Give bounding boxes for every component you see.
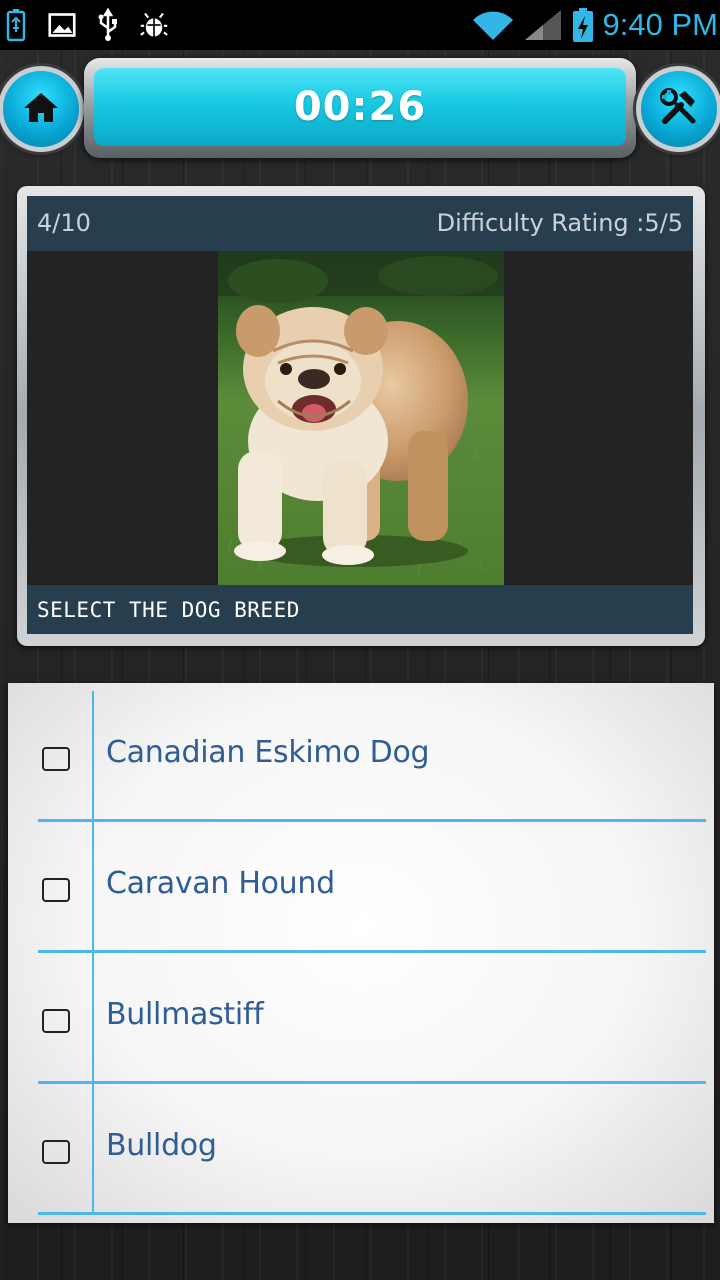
answer-checkbox[interactable] xyxy=(42,747,70,771)
status-bar: 9:40 PM xyxy=(0,0,720,50)
dog-photo xyxy=(218,251,504,585)
question-card: 4/10 Difficulty Rating :5/5 SELECT THE D… xyxy=(17,186,705,646)
settings-button[interactable] xyxy=(636,66,720,152)
answer-label: Canadian Eskimo Dog xyxy=(106,735,430,770)
answer-option[interactable]: Canadian Eskimo Dog xyxy=(8,691,714,822)
answer-option[interactable]: Caravan Hound xyxy=(8,822,714,953)
answer-option[interactable]: Bullmastiff xyxy=(8,953,714,1084)
debug-icon xyxy=(140,8,168,42)
answers-panel: Canadian Eskimo Dog Caravan Hound Bullma… xyxy=(8,683,714,1223)
usb-battery-icon xyxy=(2,8,30,42)
tools-icon xyxy=(659,87,699,131)
question-progress: 4/10 xyxy=(37,209,91,237)
battery-charging-icon xyxy=(571,8,595,42)
timer-panel: 00:26 xyxy=(84,58,636,158)
answer-label: Bulldog xyxy=(106,1128,217,1163)
answer-checkbox[interactable] xyxy=(42,1009,70,1033)
answer-label: Caravan Hound xyxy=(106,866,335,901)
image-icon xyxy=(48,8,76,42)
question-prompt: SELECT THE DOG BREED xyxy=(27,585,693,634)
question-header: 4/10 Difficulty Rating :5/5 xyxy=(27,196,693,251)
usb-icon xyxy=(94,8,122,42)
divider xyxy=(38,1212,706,1215)
wifi-icon xyxy=(471,8,515,42)
difficulty-rating: Difficulty Rating :5/5 xyxy=(436,209,683,237)
answer-label: Bullmastiff xyxy=(106,997,264,1032)
signal-icon xyxy=(523,8,563,42)
answer-option[interactable]: Bulldog xyxy=(8,1084,714,1215)
timer-display: 00:26 xyxy=(293,84,427,130)
clock-time: 9:40 PM xyxy=(602,7,718,42)
home-icon xyxy=(22,90,60,128)
answer-checkbox[interactable] xyxy=(42,1140,70,1164)
home-button[interactable] xyxy=(0,66,84,152)
answer-checkbox[interactable] xyxy=(42,878,70,902)
